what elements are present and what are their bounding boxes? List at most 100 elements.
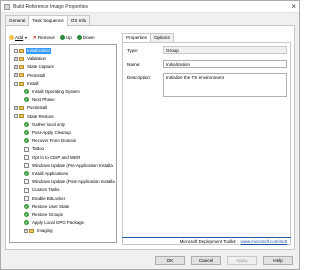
step-icon: [24, 154, 29, 160]
add-icon: [9, 35, 14, 40]
tree-item[interactable]: ✓ Next Phase: [24, 97, 56, 103]
tree-item-label: Next Phase: [32, 97, 55, 103]
description-field[interactable]: Initialize the TS environment: [163, 73, 287, 97]
tree-item-label: Windows Update (Pre-Application Installa: [32, 162, 113, 168]
check-icon: ✓: [24, 97, 29, 103]
tree-item[interactable]: - State Restore: [14, 114, 55, 120]
collapse-icon[interactable]: -: [14, 48, 18, 53]
tree-item-label: Initialization: [26, 48, 51, 54]
tree-item[interactable]: Custom Tasks: [24, 187, 61, 193]
check-icon: ✓: [24, 220, 29, 226]
tree-item-label: Recover From Domain: [32, 138, 77, 144]
tree-item[interactable]: Enable BitLocker: [24, 196, 66, 202]
tree-item[interactable]: Opt In to CEIP and WER: [24, 155, 81, 161]
expand-icon[interactable]: +: [14, 56, 18, 61]
collapse-icon[interactable]: -: [14, 81, 18, 86]
tree-item[interactable]: ✓ Gather local only: [24, 122, 66, 128]
tree-item[interactable]: + Validation: [14, 56, 47, 62]
tree-item-label: Post-Apply Cleanup: [32, 130, 71, 135]
tree-item[interactable]: ✓ Post-Apply Cleanup: [24, 130, 72, 136]
mdt-brand-text: Microsoft Deployment Toolkit: [179, 239, 236, 244]
tree-item-label: Restore User State: [32, 203, 70, 209]
tab-os-info[interactable]: OS Info: [66, 15, 91, 25]
folder-icon: [19, 65, 24, 70]
task-sequence-tree[interactable]: - Initialization + Validation + State Capture…: [9, 44, 117, 243]
folder-icon: [19, 114, 24, 119]
tree-item[interactable]: Windows Update (Pre-Application Installa: [24, 163, 114, 169]
folder-icon: [19, 106, 24, 111]
expand-icon[interactable]: +: [14, 73, 18, 78]
folder-icon: [19, 81, 24, 86]
mdt-branding: Microsoft Deployment Toolkit www.microso…: [122, 237, 291, 245]
tree-item-label: Restore Groups: [32, 212, 63, 217]
check-icon: ✓: [24, 130, 29, 136]
tree-item[interactable]: Windows Update (Post-Application Install…: [24, 179, 116, 185]
outer-tab-strip: General Task Sequence OS Info: [5, 15, 91, 26]
task-toolbar: Add ▼ ✕ Remove Up Down: [9, 33, 95, 42]
tree-item-label: Imaging: [37, 228, 53, 234]
tree-item[interactable]: ✓ Restore User State: [24, 204, 70, 210]
check-icon: ✓: [24, 89, 29, 95]
tab-properties[interactable]: Properties: [122, 33, 151, 42]
tree-item[interactable]: ✓ Recover From Domain: [24, 138, 77, 144]
collapse-icon[interactable]: -: [14, 114, 18, 119]
tree-item[interactable]: + Postinstall: [14, 105, 48, 111]
check-icon: ✓: [24, 212, 29, 218]
tree-item[interactable]: + Imaging: [24, 228, 54, 234]
type-label: Type:: [127, 48, 139, 53]
check-icon: ✓: [24, 138, 29, 144]
properties-window: Build Reference Image Properties × Gener…: [0, 0, 300, 270]
tab-task-sequence[interactable]: Task Sequence: [28, 15, 68, 26]
expand-icon[interactable]: +: [24, 229, 28, 234]
tree-item[interactable]: ✓ Install Operating System: [24, 89, 81, 95]
tree-item[interactable]: + Preinstall: [14, 73, 46, 79]
inner-tab-strip: Properties Options: [122, 33, 174, 42]
down-arrow-icon: [76, 35, 82, 40]
tree-item[interactable]: ✓ Apply Local GPO Package: [24, 220, 85, 226]
description-label: Description:: [127, 75, 152, 80]
ok-button[interactable]: OK: [155, 256, 185, 265]
tree-item[interactable]: ✓ Restore Groups: [24, 212, 64, 218]
expand-icon[interactable]: +: [14, 65, 18, 70]
title-bar: Build Reference Image Properties ×: [1, 1, 299, 13]
name-field[interactable]: Initialization: [163, 60, 287, 68]
tree-item-label: Gather local only: [32, 121, 65, 127]
tree-item-label: Install: [27, 80, 39, 86]
tab-options[interactable]: Options: [149, 33, 174, 42]
step-icon: [24, 195, 29, 201]
folder-icon: [19, 56, 24, 61]
folder-icon: [19, 48, 24, 53]
close-icon[interactable]: ×: [291, 2, 296, 12]
up-label: Up: [65, 35, 72, 40]
tree-item[interactable]: - Initialization: [14, 48, 51, 54]
name-label: Name:: [127, 62, 141, 67]
step-icon: [24, 179, 29, 185]
up-arrow-icon: [59, 35, 65, 40]
up-button[interactable]: Up: [59, 35, 72, 40]
folder-icon: [19, 73, 24, 78]
help-button[interactable]: Help: [263, 256, 293, 265]
expand-icon[interactable]: +: [14, 106, 18, 111]
tree-item[interactable]: ✓ Install Applications: [24, 171, 69, 177]
apply-button[interactable]: Apply: [227, 256, 257, 265]
add-button[interactable]: Add ▼: [9, 35, 28, 40]
chevron-down-icon: ▼: [24, 35, 28, 40]
tree-item-label: Postinstall: [27, 105, 48, 111]
mdt-link[interactable]: www.microsoft.com/mdt: [241, 239, 287, 244]
tree-item-label: Custom Tasks: [32, 187, 60, 193]
properties-panel: Type: Group Name: Initialization Descrip…: [122, 42, 291, 245]
check-icon: ✓: [24, 204, 29, 210]
cancel-button[interactable]: Cancel: [191, 256, 221, 265]
tree-item-label: Apply Local GPO Package: [32, 220, 84, 226]
dialog-buttons: OK Cancel Apply Help: [155, 256, 293, 265]
tab-general[interactable]: General: [5, 15, 30, 25]
tree-item[interactable]: Tattoo: [24, 146, 45, 152]
tree-item-label: Validation: [27, 56, 46, 62]
remove-button[interactable]: ✕ Remove: [33, 35, 55, 41]
tree-item[interactable]: + State Capture: [14, 64, 55, 70]
tree-item[interactable]: - Install: [14, 81, 39, 87]
tree-item-label: State Restore: [27, 113, 54, 119]
remove-icon: ✕: [32, 34, 37, 41]
down-button[interactable]: Down: [76, 35, 95, 40]
tree-item-label: Tattoo: [32, 146, 44, 152]
